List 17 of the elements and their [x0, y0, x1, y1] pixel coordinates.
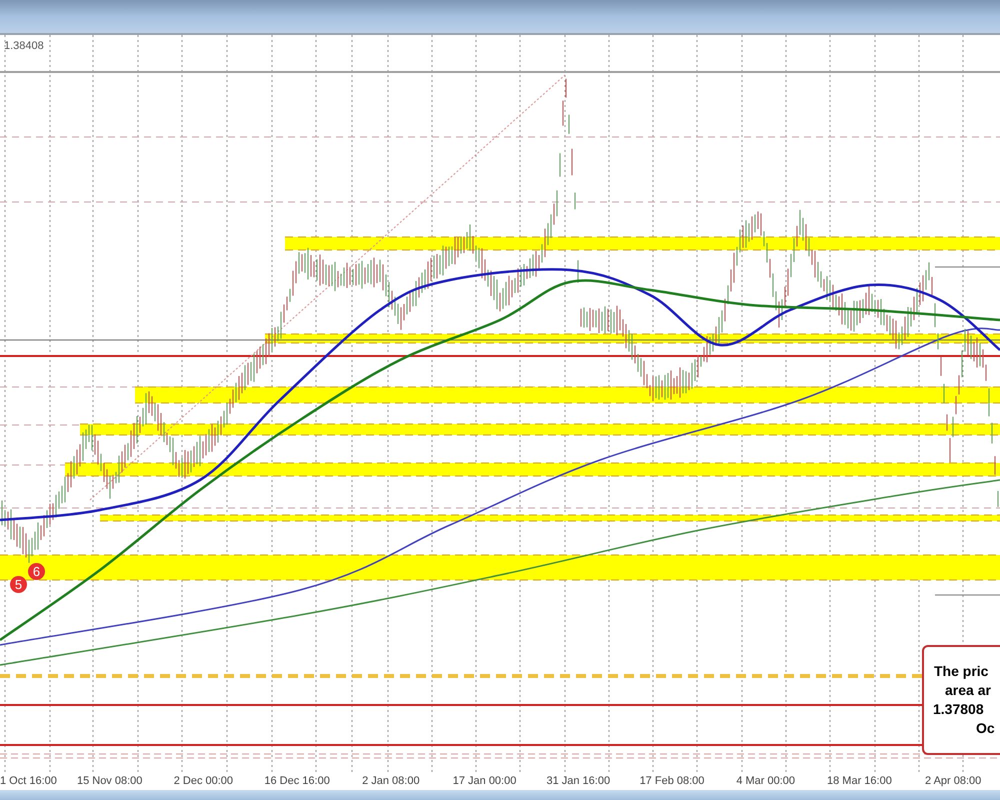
axis-label: 15 Nov 08:00 — [76, 774, 144, 789]
annotation-text: area ar — [944, 681, 992, 700]
axis-label: 17 Jan 00:00 — [452, 774, 518, 789]
annotation-text: The pric — [933, 662, 990, 681]
price-label: 1.38408 — [4, 41, 44, 52]
event-marker: 5 — [10, 576, 27, 593]
axis-label: 31 Jan 16:00 — [545, 774, 612, 789]
axis-label: 17 Feb 08:00 — [638, 774, 706, 789]
annotation-text: Oc — [975, 719, 996, 738]
axis-label: 16 Dec 16:00 — [263, 774, 331, 789]
axis-label: 1 Oct 16:00 — [0, 774, 58, 789]
axis-label: 2 Dec 00:00 — [172, 774, 234, 789]
axis-label: 2 Jan 08:00 — [361, 774, 421, 789]
axis-label: 4 Mar 00:00 — [735, 774, 796, 789]
axis-label: 2 Apr 08:00 — [924, 774, 982, 789]
axis-label: 18 Mar 16:00 — [826, 774, 893, 789]
annotation-text: 1.37808 — [932, 700, 985, 719]
